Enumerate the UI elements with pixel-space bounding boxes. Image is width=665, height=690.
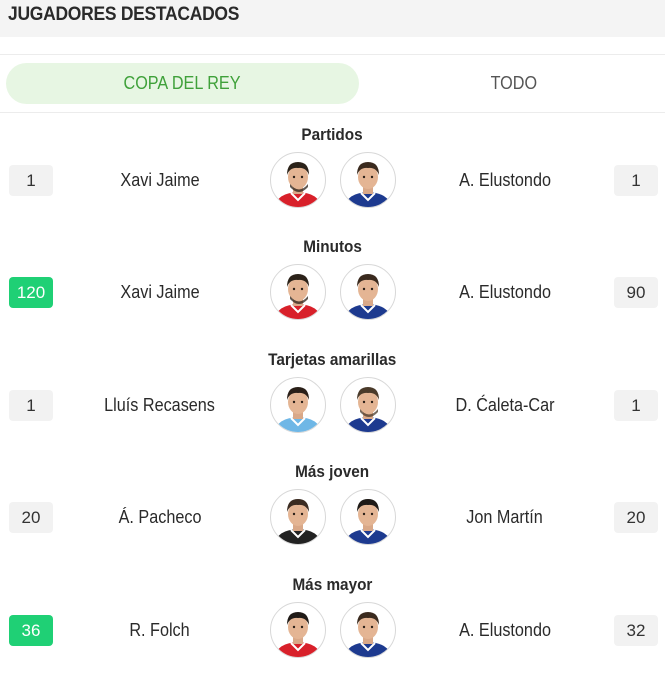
home-stat-value: 1 [9,390,53,421]
away-player-avatar[interactable] [340,602,396,658]
away-player-avatar[interactable] [340,377,396,433]
home-player-name[interactable]: R. Folch [70,615,250,646]
away-player-name-text: Jon Martín [466,507,544,527]
section-header: JUGADORES DESTACADOS [0,0,665,37]
home-player-avatar[interactable] [270,377,326,433]
stat-title-text: Partidos [301,125,364,144]
away-player-name[interactable]: A. Elustondo [415,277,595,308]
home-player-name-text: Lluís Recasens [104,395,216,415]
away-player-name-text: A. Elustondo [459,282,551,302]
away-player-name-text: A. Elustondo [459,170,551,190]
home-player-name[interactable]: Xavi Jaime [70,277,250,308]
home-player-name-text: R. Folch [129,620,191,640]
away-player-avatar[interactable] [340,264,396,320]
stat-row: Más joven 20 Á. Pacheco Jon Martín 20 [0,462,665,574]
home-player-name[interactable]: Á. Pacheco [70,502,250,533]
stat-title-text: Más joven [295,462,370,481]
home-player-name-text: Xavi Jaime [120,170,200,190]
stat-title-text: Minutos [303,237,362,256]
competition-tabs: COPA DEL REY TODO [0,54,665,113]
home-player-avatar[interactable] [270,602,326,658]
home-stat-value: 120 [9,277,53,308]
away-stat-value: 1 [614,165,658,196]
away-player-avatar[interactable] [340,152,396,208]
stat-row: Tarjetas amarillas 1 Lluís Recasens D. Ćale… [0,350,665,462]
stat-row: Minutos 120 Xavi Jaime A. Elustondo 90 [0,237,665,349]
away-stat-value: 90 [614,277,658,308]
stat-title-text: Más mayor [292,575,373,594]
stat-title: Más joven [0,462,665,482]
away-player-name[interactable]: A. Elustondo [415,165,595,196]
stat-row: Más mayor 36 R. Folch A. Elustondo 32 [0,575,665,687]
home-player-avatar[interactable] [270,489,326,545]
tab-label: TODO [490,73,538,93]
away-player-avatar[interactable] [340,489,396,545]
home-player-avatar[interactable] [270,152,326,208]
stat-row: Partidos 1 Xavi Jaime A. Elustondo 1 [0,125,665,237]
section-title: JUGADORES DESTACADOS [8,4,240,25]
stat-title: Tarjetas amarillas [0,350,665,370]
away-player-name-text: A. Elustondo [459,620,551,640]
away-stat-value: 32 [614,615,658,646]
tab-todo[interactable]: TODO [364,63,664,104]
home-stat-value: 20 [9,502,53,533]
stat-title: Minutos [0,237,665,257]
stat-title-text: Tarjetas amarillas [268,350,397,369]
home-player-name-text: Á. Pacheco [118,507,202,527]
tab-copa-del-rey[interactable]: COPA DEL REY [6,63,359,104]
stat-title: Partidos [0,125,665,145]
away-stat-value: 1 [614,390,658,421]
away-player-name[interactable]: D. Ćaleta-Car [415,390,595,421]
away-player-name[interactable]: A. Elustondo [415,615,595,646]
away-player-name[interactable]: Jon Martín [415,502,595,533]
home-stat-value: 1 [9,165,53,196]
stat-title: Más mayor [0,575,665,595]
home-player-avatar[interactable] [270,264,326,320]
tab-label: COPA DEL REY [123,73,242,93]
home-player-name[interactable]: Lluís Recasens [70,390,250,421]
home-player-name-text: Xavi Jaime [120,282,200,302]
away-stat-value: 20 [614,502,658,533]
away-player-name-text: D. Ćaleta-Car [455,395,555,415]
home-player-name[interactable]: Xavi Jaime [70,165,250,196]
home-stat-value: 36 [9,615,53,646]
